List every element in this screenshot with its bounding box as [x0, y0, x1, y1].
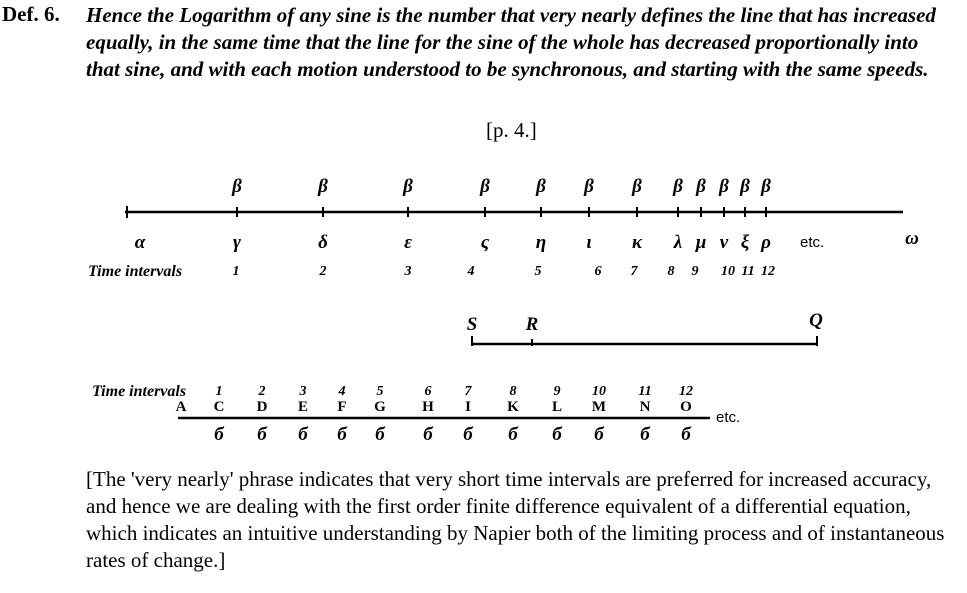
bottom-interval-number-12: 12 — [679, 384, 693, 399]
bottom-point-label-12: O — [680, 399, 692, 415]
bottom-below-symbol-12: б — [681, 424, 691, 445]
top-point-label-9: μ — [695, 232, 707, 253]
top-beta-label-12: β — [761, 176, 771, 197]
bottom-start-label-a: A — [175, 399, 187, 415]
top-interval-number-10: 10 — [721, 264, 735, 279]
bottom-point-label-5: G — [374, 399, 386, 415]
segment-label-q: Q — [809, 310, 823, 331]
bottom-point-label-9: L — [551, 399, 563, 415]
top-beta-label-10: β — [719, 176, 729, 197]
bottom-interval-number-2: 2 — [258, 384, 266, 399]
top-point-label-2: δ — [318, 232, 328, 253]
bottom-interval-number-3: 3 — [299, 384, 307, 399]
top-interval-number-5: 5 — [534, 264, 542, 279]
segment-label-s: S — [466, 314, 478, 335]
top-beta-label-2: β — [318, 176, 328, 197]
bottom-interval-number-8: 8 — [509, 384, 517, 399]
top-point-label-8: λ — [673, 232, 683, 253]
top-interval-number-3: 3 — [404, 264, 412, 279]
bottom-below-symbol-11: б — [640, 424, 650, 445]
top-point-label-7: κ — [631, 232, 643, 253]
top-point-label-11: ξ — [740, 232, 750, 253]
segment-label-r: R — [525, 314, 539, 335]
top-etc-label: etc. — [800, 234, 825, 251]
bottom-interval-number-1: 1 — [215, 384, 223, 399]
top-beta-label-3: β — [403, 176, 413, 197]
top-end-label-omega: ω — [905, 228, 919, 249]
top-time-intervals-label: Time intervals — [88, 263, 183, 280]
bottom-point-label-2: D — [256, 399, 268, 415]
bottom-interval-number-7: 7 — [464, 384, 472, 399]
top-beta-label-7: β — [632, 176, 642, 197]
top-interval-number-6: 6 — [594, 264, 602, 279]
top-beta-label-11: β — [740, 176, 750, 197]
top-interval-number-4: 4 — [467, 264, 475, 279]
top-point-label-6: ι — [586, 232, 592, 253]
top-interval-number-8: 8 — [667, 264, 675, 279]
top-point-label-12: ρ — [761, 232, 771, 253]
bottom-below-symbol-6: б — [423, 424, 433, 445]
page: Def. 6. Hence the Logarithm of any sine … — [0, 0, 967, 593]
bottom-point-label-7: I — [465, 399, 471, 415]
bottom-interval-number-4: 4 — [338, 384, 346, 399]
bottom-point-label-8: K — [507, 399, 519, 415]
top-beta-label-8: β — [673, 176, 683, 197]
bottom-below-symbol-9: б — [552, 424, 562, 445]
bottom-interval-number-5: 5 — [376, 384, 384, 399]
top-point-label-4: ς — [480, 232, 490, 253]
bottom-time-intervals-label: Time intervals — [92, 383, 187, 400]
bottom-point-label-3: E — [297, 399, 309, 415]
top-point-label-3: ε — [404, 232, 412, 253]
top-beta-label-9: β — [696, 176, 706, 197]
editorial-note: [The 'very nearly' phrase indicates that… — [86, 467, 945, 572]
bottom-below-symbol-8: б — [508, 424, 518, 445]
bottom-below-symbol-1: б — [214, 424, 224, 445]
top-interval-number-12: 12 — [761, 264, 775, 279]
top-point-label-5: η — [535, 232, 547, 253]
bottom-interval-number-10: 10 — [592, 384, 606, 399]
bottom-below-symbol-7: б — [463, 424, 473, 445]
bottom-interval-number-9: 9 — [553, 384, 561, 399]
bottom-interval-number-6: 6 — [424, 384, 432, 399]
top-point-label-1: γ — [233, 232, 241, 253]
top-interval-number-2: 2 — [319, 264, 327, 279]
bottom-point-label-4: F — [337, 399, 347, 415]
top-interval-number-11: 11 — [741, 264, 755, 279]
top-beta-label-1: β — [232, 176, 242, 197]
bottom-below-symbol-4: б — [337, 424, 347, 445]
top-beta-label-4: β — [480, 176, 490, 197]
bottom-below-symbol-10: б — [594, 424, 604, 445]
bottom-etc-label: etc. — [716, 409, 741, 426]
top-interval-number-1: 1 — [232, 264, 240, 279]
bottom-below-symbol-3: б — [298, 424, 308, 445]
top-start-label-alpha: α — [134, 232, 146, 253]
bottom-below-symbol-5: б — [375, 424, 385, 445]
bottom-below-symbol-2: б — [257, 424, 267, 445]
top-interval-number-7: 7 — [630, 264, 638, 279]
bottom-point-label-11: N — [639, 399, 651, 415]
top-interval-number-9: 9 — [691, 264, 699, 279]
bottom-point-label-1: C — [213, 399, 225, 415]
top-beta-label-6: β — [584, 176, 594, 197]
bottom-point-label-6: H — [422, 399, 434, 415]
bottom-point-label-10: M — [591, 399, 607, 415]
top-beta-label-5: β — [536, 176, 546, 197]
bottom-interval-number-11: 11 — [638, 384, 652, 399]
top-point-label-10: ν — [719, 232, 729, 253]
